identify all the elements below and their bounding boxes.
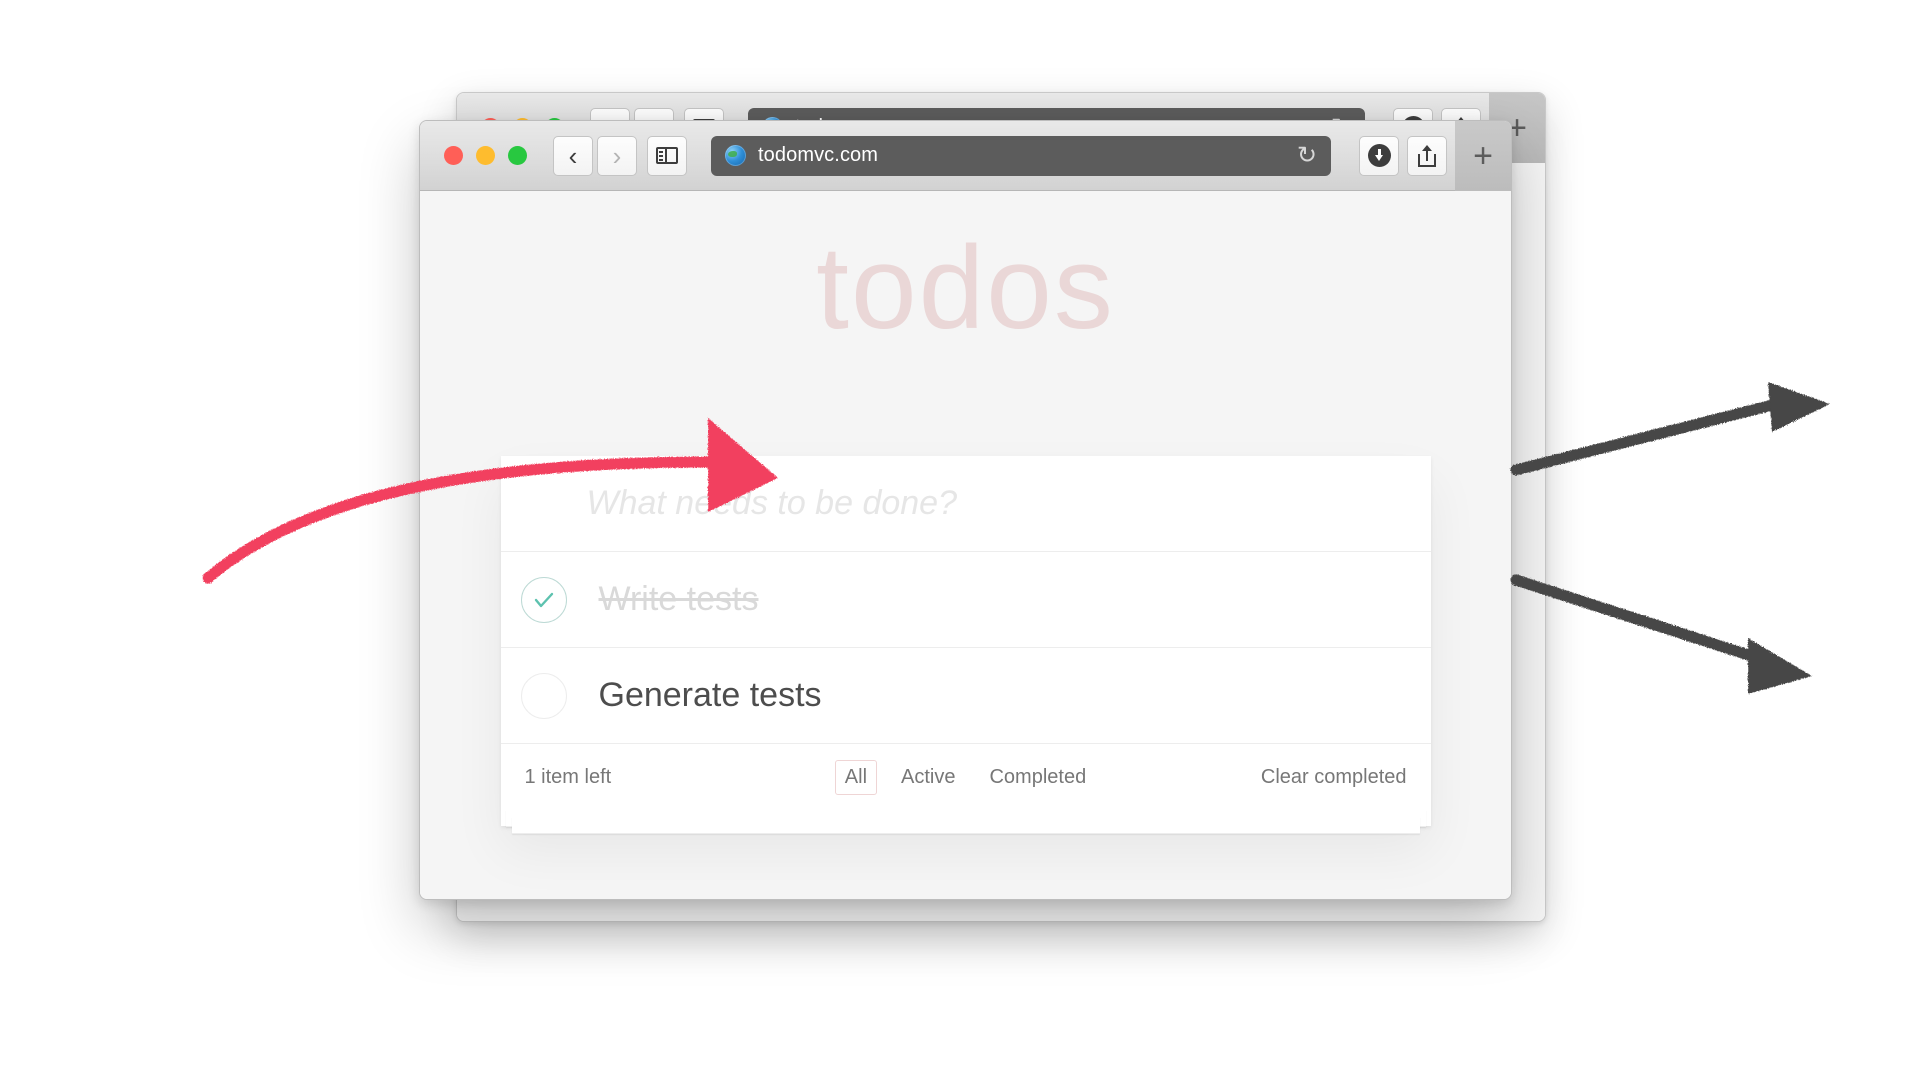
page-title: todos xyxy=(816,222,1115,354)
downloads-icon xyxy=(1367,144,1391,167)
zoom-button[interactable] xyxy=(508,146,527,165)
sidebar-icon xyxy=(656,147,678,164)
back-button[interactable]: ‹ xyxy=(553,135,593,176)
todo-stack-decoration xyxy=(501,810,1431,834)
traffic-lights-front xyxy=(444,146,527,165)
url-text: todomvc.com xyxy=(758,144,879,166)
clear-completed-button[interactable]: Clear completed xyxy=(1261,766,1407,789)
check-icon xyxy=(534,592,553,607)
sidebar-toggle[interactable] xyxy=(647,135,687,176)
filter-active[interactable]: Active xyxy=(891,760,965,795)
todo-footer: 1 item left All Active Completed Clear c… xyxy=(501,744,1431,810)
share-icon xyxy=(1418,144,1436,167)
chevron-left-icon: ‹ xyxy=(568,140,578,171)
downloads-button[interactable] xyxy=(1359,135,1399,176)
todo-label: Write tests xyxy=(598,580,759,618)
todo-label: Generate tests xyxy=(598,676,822,714)
todo-item-generate-tests[interactable]: Generate tests xyxy=(500,648,1431,744)
globe-favicon-icon xyxy=(725,145,746,166)
todo-checkbox-completed[interactable] xyxy=(520,576,567,623)
new-todo-input[interactable]: What needs to be done? xyxy=(500,456,1431,552)
todo-item-write-tests[interactable]: Write tests xyxy=(500,552,1431,648)
screenshot-root: ‹ › todomvc.com ↻ + xyxy=(0,0,1920,1080)
toolbar-front: ‹ › todomvc.com ↻ + xyxy=(420,121,1511,191)
reload-icon[interactable]: ↻ xyxy=(1297,143,1317,168)
chevron-right-icon: › xyxy=(612,140,622,171)
minimize-button[interactable] xyxy=(476,146,495,165)
browser-window-front[interactable]: ‹ › todomvc.com ↻ + todos What needs to … xyxy=(419,120,1512,900)
address-bar[interactable]: todomvc.com ↻ xyxy=(711,135,1331,176)
items-left-count: 1 item left xyxy=(524,765,612,788)
filter-completed[interactable]: Completed xyxy=(979,760,1096,795)
todo-app: What needs to be done? Write tests Gener… xyxy=(500,456,1431,834)
nav-group: ‹ › xyxy=(553,135,637,176)
page-content: todos What needs to be done? Write tests… xyxy=(420,191,1511,899)
new-tab-button[interactable]: + xyxy=(1455,121,1511,191)
dark-arrow-lower-right xyxy=(1510,574,1812,694)
forward-button[interactable]: › xyxy=(597,135,637,176)
close-button[interactable] xyxy=(444,146,463,165)
filter-all[interactable]: All xyxy=(834,759,878,795)
share-button[interactable] xyxy=(1407,135,1447,176)
todo-checkbox-active[interactable] xyxy=(520,672,567,719)
dark-arrow-upper-right xyxy=(1510,382,1830,476)
